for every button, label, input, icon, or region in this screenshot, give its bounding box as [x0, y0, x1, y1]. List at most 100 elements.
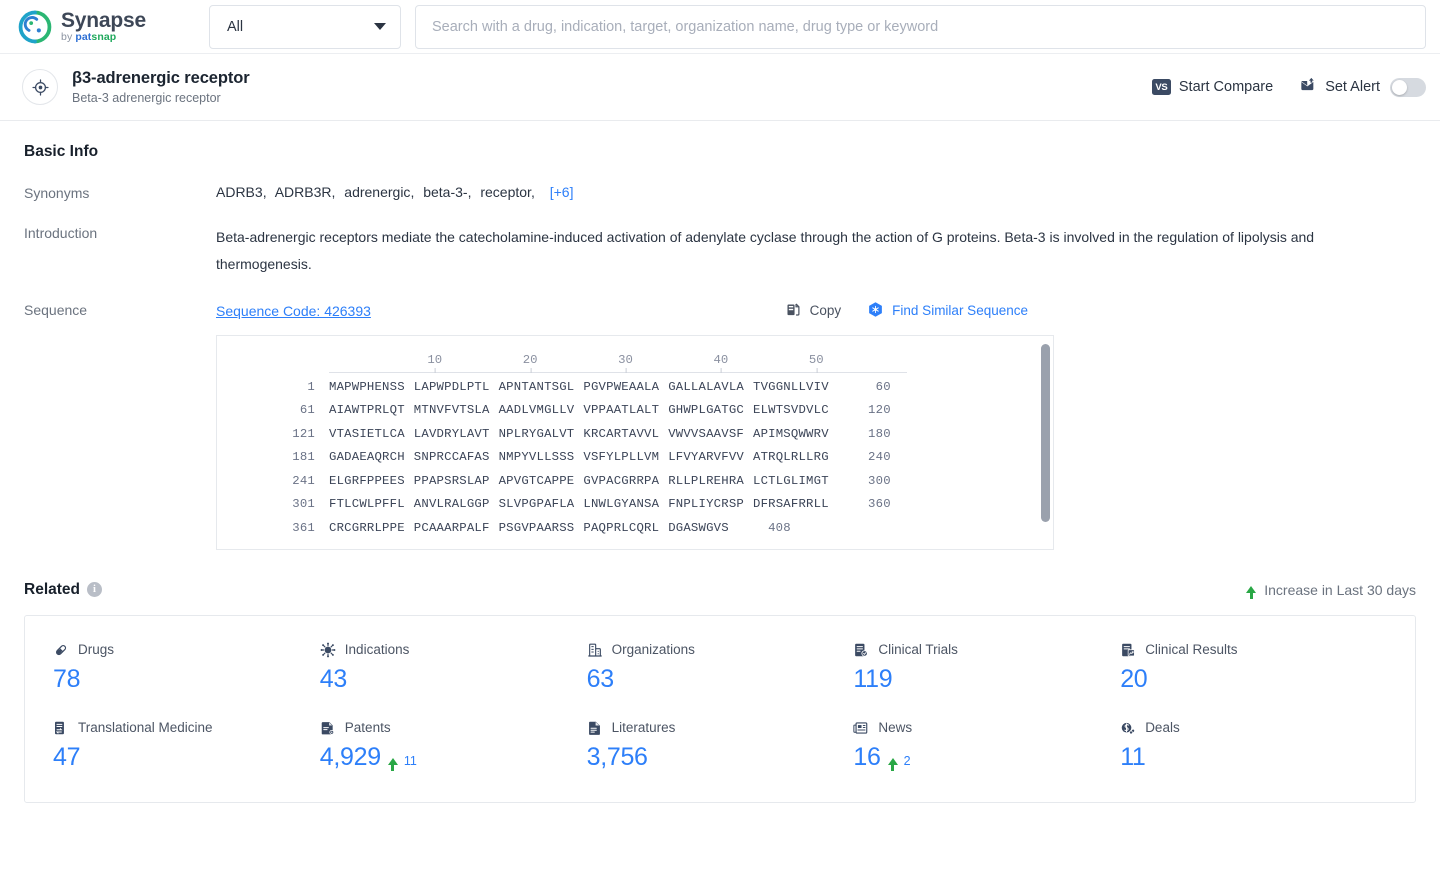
- increase-legend-label: Increase in Last 30 days: [1264, 581, 1416, 598]
- stat-label: Deals: [1120, 720, 1387, 736]
- sequence-end-index: 300: [868, 473, 891, 488]
- sequence-end-index: 120: [868, 403, 891, 418]
- find-similar-label: Find Similar Sequence: [892, 303, 1028, 319]
- stat-value: 20: [1120, 665, 1387, 694]
- basic-info-title: Basic Info: [24, 143, 99, 160]
- stat-news[interactable]: News 16 2: [853, 720, 1120, 772]
- sequence-scrollbar[interactable]: [1041, 343, 1050, 534]
- stat-number: 4,929: [319, 742, 381, 771]
- target-icon: [22, 69, 58, 105]
- synapse-logo-icon: [18, 10, 52, 44]
- stat-patents[interactable]: Patents 4,929 11: [320, 720, 587, 772]
- related-header: Related i Increase in Last 30 days: [24, 580, 1416, 600]
- arrow-up-icon: [887, 757, 898, 771]
- sequence-block: LFVYARVFVV: [668, 450, 744, 465]
- patent-icon: [320, 720, 336, 736]
- sequence-block: NMPYVLLSSS: [498, 450, 575, 465]
- stat-value: 63: [587, 665, 854, 694]
- increase-legend: Increase in Last 30 days: [1246, 581, 1416, 600]
- brand-tagline: by patsnap: [61, 31, 117, 44]
- sequence-block: SNPRCCAFAS: [413, 450, 490, 465]
- start-compare-button[interactable]: VS Start Compare: [1151, 79, 1273, 95]
- top-bar: Synapse by patsnap All: [0, 0, 1440, 54]
- stat-clinical-trials[interactable]: Clinical Trials 119: [853, 642, 1120, 694]
- sequence-block: PPAPSRSLAP: [413, 473, 490, 488]
- literature-icon: [587, 720, 603, 736]
- sequence-blocks: VTASIETLCA LAVDRYLAVT NPLRYGALVT KRCARTAVVL…: [329, 427, 829, 441]
- sequence-block: APNTANTSGL: [498, 379, 575, 394]
- stat-label-text: Translational Medicine: [78, 720, 213, 736]
- news-icon: [853, 720, 869, 736]
- sequence-blocks: ELGRFPPEES PPAPSRSLAP APVGTCAPPE GVPACGRRPA…: [329, 474, 829, 488]
- sequence-block: AADLVMGLLV: [498, 403, 575, 418]
- stat-clinical-results[interactable]: Clinical Results 20: [1120, 642, 1387, 694]
- stat-translational-medicine[interactable]: Translational Medicine 47: [53, 720, 320, 772]
- sequence-end-index: 240: [868, 450, 891, 465]
- search-scope-select[interactable]: All: [209, 4, 401, 49]
- stat-value: 3,756: [587, 743, 854, 772]
- sequence-block: MTNVFVTSLA: [413, 403, 490, 418]
- introduction-label: Introduction: [24, 225, 98, 241]
- brand-name: Synapse: [61, 9, 146, 33]
- sequence-block: PAQPRLCQRL: [583, 520, 660, 535]
- introduction-text: Beta-adrenergic receptors mediate the ca…: [216, 229, 1315, 272]
- sequence-start-index: 301: [292, 497, 315, 512]
- sequence-block: ANVLRALGGP: [413, 497, 490, 512]
- ruler-tick: 30: [618, 352, 633, 367]
- sequence-row: 1 MAPWPHENSS LAPWPDLPTL APNTANTSGL PGVPWEAAL…: [217, 380, 1053, 404]
- search-input[interactable]: [432, 18, 1409, 35]
- search-box[interactable]: [415, 4, 1426, 49]
- sequence-row: 181 GADAEAQRCH SNPRCCAFAS NMPYVLLSSS VSFYLPL…: [217, 450, 1053, 474]
- set-alert-control[interactable]: Set Alert: [1299, 77, 1426, 97]
- sequence-viewer[interactable]: 10 20 30 40 50 1 MAPWPHENSS LAPWPDLPTL APNT…: [216, 334, 1054, 550]
- sequence-row: 61 AIAWTPRLQT MTNVFVTSLA AADLVMGLLV VPPAATLA…: [217, 403, 1053, 427]
- stat-value: 47: [53, 743, 320, 772]
- sequence-start-index: 61: [299, 403, 315, 418]
- find-similar-sequence-button[interactable]: Find Similar Sequence: [867, 301, 1028, 321]
- stat-organizations[interactable]: Organizations 63: [587, 642, 854, 694]
- stat-label-text: News: [878, 720, 913, 736]
- stat-label: Translational Medicine: [53, 720, 320, 736]
- stat-number: 3,756: [586, 742, 648, 771]
- sequence-block: AIAWTPRLQT: [329, 403, 405, 418]
- synonyms-more-link[interactable]: [+6]: [550, 184, 574, 200]
- sequence-block: FNPLIYCRSP: [668, 497, 744, 512]
- set-alert-toggle[interactable]: [1390, 77, 1426, 97]
- sequence-row: Sequence Sequence Code: 426393 Copy Find…: [24, 301, 1416, 550]
- stat-label: Drugs: [53, 642, 320, 658]
- stat-drugs[interactable]: Drugs 78: [53, 642, 320, 694]
- brand-logo[interactable]: Synapse by patsnap: [18, 10, 186, 44]
- stat-indications[interactable]: Indications 43: [320, 642, 587, 694]
- sequence-row: 241 ELGRFPPEES PPAPSRSLAP APVGTCAPPE GVPACGR…: [217, 474, 1053, 498]
- stat-value: 11: [1120, 743, 1387, 772]
- stat-label-text: Patents: [344, 720, 391, 736]
- ruler-tick: 50: [808, 352, 824, 367]
- stat-label-text: Clinical Results: [1145, 642, 1238, 658]
- translational-medicine-icon: [53, 720, 69, 736]
- sequence-block: APIMSQWWRV: [752, 426, 829, 441]
- sequence-label: Sequence: [24, 301, 88, 318]
- synonyms-label: Synonyms: [24, 185, 90, 201]
- sequence-block: APVGTCAPPE: [498, 473, 575, 488]
- stat-label-text: Literatures: [611, 720, 676, 736]
- sequence-blocks: FTLCWLPFFL ANVLRALGGP SLVPGPAFLA LNWLGYANSA…: [329, 497, 829, 511]
- entity-header: β3-adrenergic receptor Beta-3 adrenergic…: [0, 54, 1440, 121]
- scrollbar-thumb[interactable]: [1041, 343, 1050, 522]
- stat-literatures[interactable]: Literatures 3,756: [587, 720, 854, 772]
- stat-label: Organizations: [587, 642, 854, 658]
- sequence-block: NPLRYGALVT: [498, 426, 575, 441]
- copy-sequence-button[interactable]: Copy: [785, 301, 841, 321]
- related-stats-card: Drugs 78 Indications 43 Organizations 63 Clini…: [24, 614, 1416, 803]
- sequence-block: PSGVPAARSS: [498, 520, 575, 535]
- ruler-line: [329, 371, 907, 373]
- sequence-code-link[interactable]: Sequence Code: 426393: [216, 303, 371, 319]
- sequence-block: LCTLGLIMGT: [752, 473, 829, 488]
- sequence-block: GADAEAQRCH: [329, 450, 405, 465]
- synonym-item: ADRB3R: [274, 184, 332, 200]
- sequence-start-index: 361: [292, 520, 315, 535]
- stat-number: 43: [319, 664, 348, 693]
- related-title: Related: [24, 580, 80, 598]
- sequence-block: KRCARTAVVL: [583, 426, 660, 441]
- info-icon[interactable]: i: [87, 582, 102, 598]
- stat-deals[interactable]: Deals 11: [1120, 720, 1387, 772]
